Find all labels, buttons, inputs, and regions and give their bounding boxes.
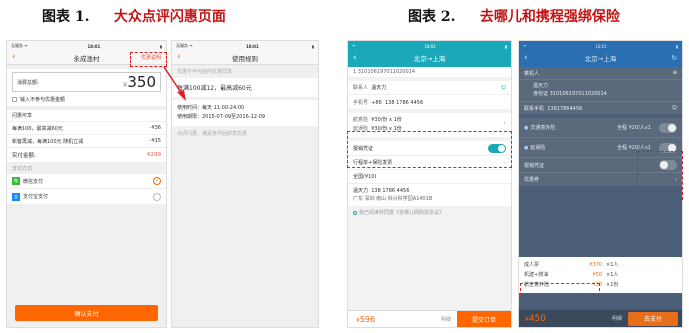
rule-text: 每满100减12，最高减60元 [172,78,318,97]
address-block[interactable]: 温天力 138 1786 4456 广东 深圳 南山 科兴科学园A1401B [348,184,511,206]
region-row[interactable]: 全国(¥10) [348,170,511,184]
check-selected-icon[interactable]: ✓ [153,177,161,185]
refresh-icon[interactable]: ↻ [672,54,677,62]
use-time: 使用时间：每天 11:00-24:00 [177,105,245,111]
back-icon[interactable]: ‹ [353,53,357,63]
agree-text: 我已阅读并同意《去哪儿网购票协议》 [359,210,445,216]
qunar-order-screen: ᯤ 18:01 ▮ ‹ 北京→上海 1 310106197011020014 联系人… [347,40,512,328]
wechat-icon: 微 [12,177,20,185]
go-pay-button[interactable]: 去支付 [628,311,678,326]
clock-icon: ● [524,144,529,151]
insurance-toggle-1[interactable] [659,122,677,133]
section-title: 闪惠可享 [7,110,166,122]
contact-row[interactable]: 联系手机 13817864456 ☺ [519,102,682,114]
contact-book-icon[interactable]: ☺ [672,105,677,111]
figure-2-caption: 图表 2. 去哪儿和携程强绑保险 [408,9,620,25]
nav-bar: ‹ 北京→上海 [348,51,511,65]
status-bar: 无服务 ᯤ 18:01 ▮ [7,41,166,51]
status-bar: ᯤ 18:01 ▮ [352,43,507,49]
wechat-pay-option[interactable]: 微微信支付 ✓ [7,174,166,189]
status-bar: ᯤ 18:01 ▮ [523,43,678,49]
bottom-bar: ¥450 明细 去支付 [519,309,682,327]
nav-bar: ‹ 使用规则 [172,51,318,65]
footnote: 点评闪惠，满足条件后即享优惠 [177,131,248,137]
phone-row[interactable]: 手机号 +86 138 1786 4456 [348,95,511,109]
amount-input[interactable]: 350 [127,73,156,91]
discount-row: 每满100，最高减60元 -¥36 [7,122,166,135]
agree-checkbox[interactable] [353,210,357,215]
note-text: 优惠不可与店内优惠同享 [177,69,233,75]
status-bar: 无服务 ᯤ 18:01 ▮ [172,41,318,51]
alipay-icon: 支 [12,192,20,201]
shield-icon: ● [524,124,529,131]
radio-unselected-icon[interactable] [153,192,161,201]
page-title: 永成渔村 [73,54,100,63]
use-period: 使用期限：2015-07-09至2016-12-09 [177,114,266,120]
total-price: 450 [528,313,547,324]
highlight-box [520,283,600,296]
highlight-box [637,151,683,200]
submit-order-button[interactable]: 提交订单 [457,311,511,327]
contact-book-icon[interactable]: ☺ [501,85,506,91]
passenger-info[interactable]: 温天力 身份证 310106197011020014 [519,80,682,102]
bottom-bar: ¥596 明细 提交订单 [348,310,511,327]
alipay-option[interactable]: 支支付宝支付 [7,189,166,204]
contact-row[interactable]: 联系人 温天力 ☺ [348,81,511,95]
pay-row: 实付金额: ¥299 [12,152,161,159]
checkbox-label: 输入不参与优惠金额 [20,97,66,103]
consume-label: 消费总额: [17,79,39,86]
page-title: 使用规则 [232,54,258,63]
nav-bar: ‹ 北京→上海 ↻ [519,51,682,65]
dianping-rules-screen: 无服务 ᯤ 18:01 ▮ ‹ 使用规则 优惠不可与店内优惠同享 每满100减12，… [171,40,319,328]
back-icon[interactable]: ‹ [12,53,16,62]
back-icon[interactable]: ‹ [524,53,528,63]
pay-method-title: 支付方式 [12,166,33,172]
arrow-icon [163,66,186,101]
highlight-box [347,131,512,168]
add-passenger-icon[interactable]: ⊕ [673,70,677,76]
discount-row: 新客再减，每满100元 随机立减 -¥15 [7,135,166,148]
figure-1-caption: 图表 1. 大众点评闪惠页面 [42,9,226,25]
exclude-checkbox[interactable] [12,97,17,102]
confirm-pay-button[interactable]: 确认支付 [15,305,158,321]
passenger-label-row: 乘机人 ⊕ [519,67,682,80]
detail-link[interactable]: 明细 [441,316,457,323]
route-title: 北京→上海 [584,55,617,63]
route-title: 北京→上海 [413,55,446,63]
total-price: 596 [359,314,376,324]
chevron-right-icon: › [503,119,506,127]
detail-link[interactable]: 明细 [612,315,628,322]
back-icon[interactable]: ‹ [177,53,181,62]
dianping-payment-screen: 无服务 ᯤ 18:01 ▮ ‹ 永成渔村 优惠说明 消费总额: ¥350 输入不参与… [6,40,167,328]
id-line: 1 310106197011020014 [348,67,511,77]
insurance-row-1: ● 交通意外险 全程 ¥20/人x1 [519,118,682,138]
